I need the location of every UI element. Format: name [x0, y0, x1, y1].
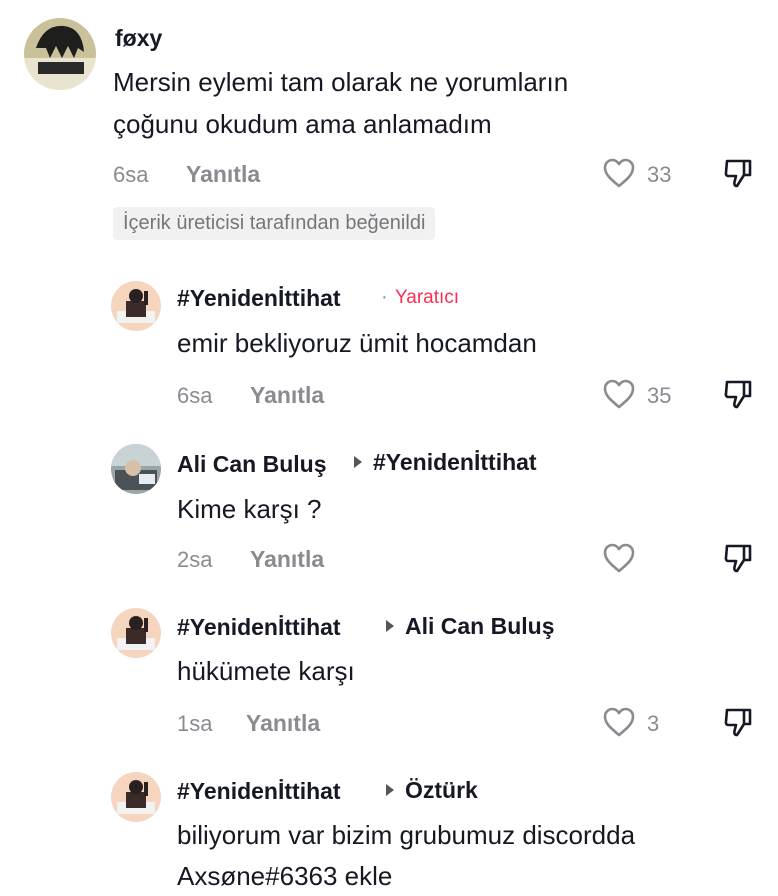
dislike-icon[interactable] [722, 157, 754, 189]
avatar[interactable] [111, 608, 161, 658]
avatar[interactable] [111, 772, 161, 822]
like-count: 33 [647, 162, 672, 187]
reply-text-line: biliyorum var bizim grubumuz discordda [177, 820, 636, 850]
avatar[interactable] [24, 18, 96, 90]
heart-icon[interactable] [602, 378, 636, 410]
reply-time: 6sa [177, 383, 213, 408]
replied-to-username[interactable]: #Yenidenİttihat [373, 449, 537, 476]
reply-button[interactable]: Yanıtla [250, 546, 324, 573]
reply-time: 2sa [177, 547, 213, 572]
creator-liked-badge: İçerik üreticisi tarafından beğenildi [113, 207, 436, 240]
reply-arrow-icon [386, 784, 394, 796]
dislike-icon[interactable] [722, 378, 754, 410]
reply-arrow-icon [386, 620, 394, 632]
avatar[interactable] [111, 281, 161, 331]
comment-text-line: Mersin eylemi tam olarak ne yorumların [113, 67, 569, 97]
comment-text-line: çoğunu okudum ama anlamadım [113, 109, 492, 139]
comment-time: 6sa [113, 162, 149, 187]
separator-dot: · [381, 286, 388, 308]
reply-button[interactable]: Yanıtla [186, 161, 260, 188]
avatar[interactable] [111, 444, 161, 494]
replied-to-username[interactable]: Ali Can Buluş [405, 613, 555, 640]
reply-username[interactable]: #Yenidenİttihat [177, 778, 341, 805]
reply-text-line: Axsøne#6363 ekle [177, 861, 393, 891]
reply-username[interactable]: #Yenidenİttihat [177, 285, 341, 312]
reply-arrow-icon [354, 456, 362, 468]
heart-icon[interactable] [602, 542, 636, 574]
like-count: 35 [647, 383, 672, 408]
reply-button[interactable]: Yanıtla [250, 382, 324, 409]
like-count: 3 [647, 711, 660, 736]
creator-label: Yaratıcı [395, 287, 460, 308]
reply-text-line: Kime karşı ? [177, 494, 322, 524]
dislike-icon[interactable] [722, 542, 754, 574]
reply-text-line: hükümete karşı [177, 656, 355, 686]
dislike-icon[interactable] [722, 706, 754, 738]
heart-icon[interactable] [602, 706, 636, 738]
comment-username[interactable]: føxy [115, 25, 162, 52]
reply-text-line: emir bekliyoruz ümit hocamdan [177, 328, 537, 358]
replied-to-username[interactable]: Öztürk [405, 777, 478, 804]
reply-username[interactable]: #Yenidenİttihat [177, 614, 341, 641]
reply-time: 1sa [177, 711, 213, 736]
reply-username[interactable]: Ali Can Buluş [177, 451, 327, 478]
heart-icon[interactable] [602, 157, 636, 189]
reply-button[interactable]: Yanıtla [246, 710, 320, 737]
